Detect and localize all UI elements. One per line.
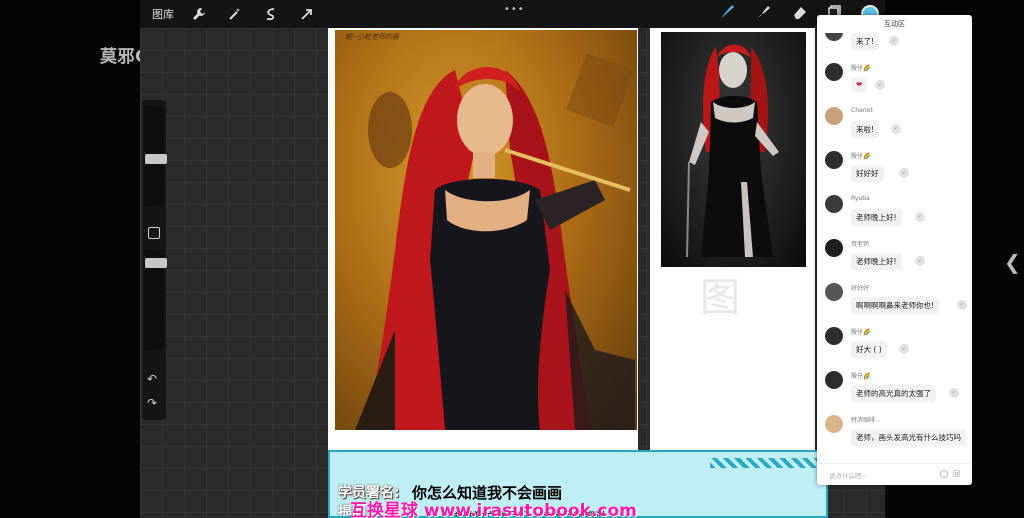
eraser-icon[interactable] xyxy=(791,3,809,25)
avatar xyxy=(825,239,843,257)
chat-message-text: 老师晚上好! xyxy=(851,253,902,270)
chat-message-text: 来啦! xyxy=(851,121,880,138)
send-button[interactable]: 回 xyxy=(953,469,960,479)
read-check-icon: ✓ xyxy=(915,212,925,222)
chat-username: 苛老师 xyxy=(851,241,870,248)
wrench-icon[interactable] xyxy=(188,3,210,25)
chat-message-text: 老师，画头发高光有什么技巧吗 xyxy=(851,429,966,446)
chat-message-text: 老师晚上好! xyxy=(851,209,902,226)
selection-icon[interactable] xyxy=(260,3,282,25)
brush-icon[interactable] xyxy=(719,3,737,25)
avatar xyxy=(825,415,843,433)
opacity-slider[interactable] xyxy=(144,250,167,350)
promo-overlay-text: 互换星球 www.irasutobook.com xyxy=(350,501,637,518)
chat-message-text: 啊啊啊啊鼻来老师你也! xyxy=(851,297,940,314)
toolbar-dots[interactable]: ••• xyxy=(504,4,525,15)
procreate-app: 图库 ••• ↶ ↷ 蛇--小蛇老师的画 图 学员署名: 提问: 你怎么知道我不… xyxy=(140,0,885,518)
read-check-icon: ✓ xyxy=(915,256,925,266)
read-check-icon: ✓ xyxy=(899,168,909,178)
chat-message-text: ❤ xyxy=(851,77,868,92)
redo-button[interactable]: ↷ xyxy=(147,396,157,410)
chevron-left-icon[interactable]: ❮ xyxy=(1004,250,1021,274)
artwork-title: 蛇--小蛇老师的画 xyxy=(345,33,400,41)
avatar xyxy=(825,283,843,301)
read-check-icon: ✓ xyxy=(889,36,899,46)
brush-size-slider[interactable] xyxy=(144,106,167,206)
chat-message-text: 好大 ( ) xyxy=(851,341,887,358)
chat-username: 殷仔🌈 xyxy=(851,153,871,160)
chat-message-text: 来了! xyxy=(851,33,880,50)
transform-arrow-icon[interactable] xyxy=(296,3,318,25)
avatar xyxy=(825,151,843,169)
top-toolbar: 图库 ••• xyxy=(140,0,885,28)
artwork-red-hair-woman: 蛇--小蛇老师的画 xyxy=(335,30,637,430)
chat-input-field[interactable]: 说点什么吧~ xyxy=(829,470,867,480)
banner-tape-decoration xyxy=(710,458,826,468)
chat-username: 殷仔🌈 xyxy=(851,373,871,380)
chat-username: 殷仔🌈 xyxy=(851,329,871,336)
gallery-button[interactable]: 图库 xyxy=(152,6,174,22)
artwork-red-hair-drawing xyxy=(355,53,635,430)
chat-username: 特浓咖啡... xyxy=(851,417,881,424)
chat-message-list[interactable]: 来了! ✓ 殷仔🌈 ❤ ✓ Chariot 来啦! ✓ 殷仔🌈 好好好 ✓ Ry… xyxy=(817,33,972,463)
magic-wand-icon[interactable] xyxy=(224,3,246,25)
chat-message-text: 老师的高光真的太强了 xyxy=(851,385,936,402)
avatar xyxy=(825,33,843,41)
artwork-black-dress-woman xyxy=(661,32,806,267)
chat-username: Chariot xyxy=(851,107,873,114)
chat-username: Ryuba xyxy=(851,195,870,202)
avatar xyxy=(825,371,843,389)
avatar xyxy=(825,107,843,125)
read-check-icon: ✓ xyxy=(957,300,967,310)
chat-username: 殷仔🌈 xyxy=(851,65,871,72)
avatar xyxy=(825,327,843,345)
opacity-thumb[interactable] xyxy=(145,258,167,268)
smudge-icon[interactable] xyxy=(755,3,773,25)
artwork-black-dress-drawing xyxy=(686,44,779,258)
emoji-icon[interactable] xyxy=(940,470,948,478)
stream-screen: 莫邪CG绘画学院 图库 ••• xyxy=(0,0,1024,518)
read-check-icon: ✓ xyxy=(891,124,901,134)
chat-input-bar: 说点什么吧~ 回 xyxy=(817,463,972,485)
chat-message-text: 好好好 xyxy=(851,165,884,182)
undo-button[interactable]: ↶ xyxy=(147,372,157,386)
avatar xyxy=(825,195,843,213)
read-check-icon: ✓ xyxy=(875,80,885,90)
read-check-icon: ✓ xyxy=(899,344,909,354)
faint-watermark-char: 图 xyxy=(700,275,740,321)
chat-panel: 互动区 来了! ✓ 殷仔🌈 ❤ ✓ Chariot 来啦! ✓ 殷仔🌈 好好好 … xyxy=(817,15,972,485)
read-check-icon: ✓ xyxy=(949,388,959,398)
chat-title: 互动区 xyxy=(884,20,905,28)
avatar xyxy=(825,63,843,81)
chat-username: 好好好 xyxy=(851,285,870,292)
brush-size-thumb[interactable] xyxy=(145,154,167,164)
side-toolbar: ↶ ↷ xyxy=(142,100,167,420)
modify-button[interactable] xyxy=(148,227,160,239)
